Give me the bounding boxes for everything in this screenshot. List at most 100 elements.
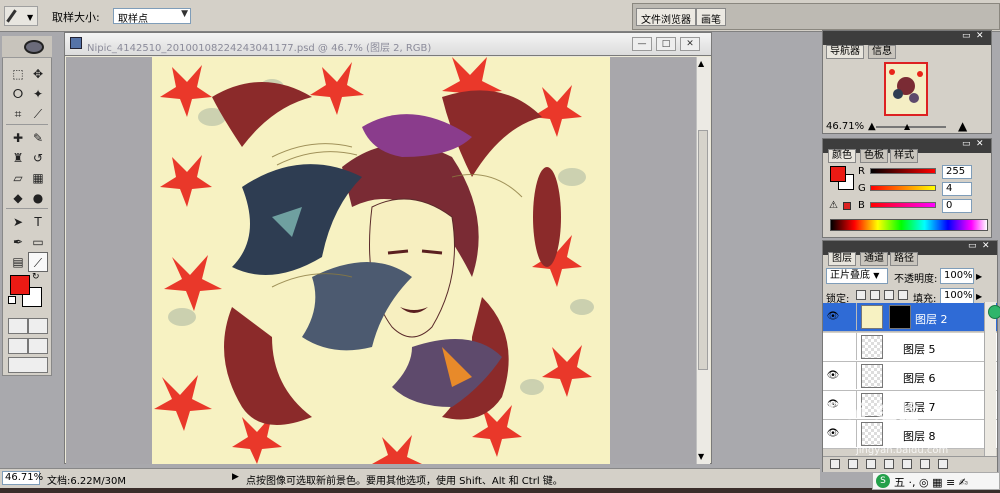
fill-input[interactable]: 100% <box>940 288 974 304</box>
crop-tool-icon[interactable]: ⌗ <box>8 104 28 124</box>
panel-minimize-icon[interactable]: ▭ <box>962 139 971 149</box>
lasso-tool-icon[interactable]: ⵔ <box>8 84 28 104</box>
toolbox-divider <box>6 124 48 125</box>
opacity-arrow-icon[interactable]: ▶ <box>976 272 982 281</box>
channel-b-input[interactable]: 0 <box>942 199 972 213</box>
eye-visibility-icon[interactable]: 👁 <box>825 362 841 389</box>
add-mask-icon[interactable] <box>866 459 876 469</box>
panel-minimize-icon[interactable]: ▭ <box>962 31 971 41</box>
navigator-thumbnail[interactable] <box>884 62 928 116</box>
color-ramp[interactable] <box>830 219 988 231</box>
layer-row[interactable]: 图层 5 <box>823 333 997 362</box>
layer-row[interactable]: 👁 图层 2 <box>823 303 997 332</box>
eyedropper-tool-icon[interactable]: ⟋ <box>28 252 48 272</box>
scroll-down-icon[interactable]: ▼ <box>698 452 704 461</box>
tab-info[interactable]: 信息 <box>868 45 896 59</box>
brush-tool-icon[interactable]: ✎ <box>28 128 48 148</box>
screen-mode-standard-button[interactable] <box>8 338 28 354</box>
well-tab-file-browser[interactable]: 文件浏览器 <box>636 8 696 26</box>
notes-tool-icon[interactable]: ▤ <box>8 252 28 272</box>
gamut-warning-swatch[interactable] <box>843 202 851 210</box>
channel-g-slider[interactable] <box>870 185 936 191</box>
tab-color[interactable]: 颜色 <box>828 149 856 163</box>
standard-mode-button[interactable] <box>8 318 28 334</box>
delete-layer-icon[interactable] <box>938 459 948 469</box>
tab-paths[interactable]: 路径 <box>890 252 918 266</box>
channel-r-input[interactable]: 255 <box>942 165 972 179</box>
lock-transparency-icon[interactable] <box>856 290 866 300</box>
lock-pixels-icon[interactable] <box>870 290 880 300</box>
ime-logo-icon[interactable]: S <box>876 474 890 488</box>
tool-preset-picker[interactable]: ▼ <box>4 6 38 26</box>
layer-row[interactable]: 👁 图层 6 <box>823 362 997 391</box>
clone-stamp-tool-icon[interactable]: ♜ <box>8 148 28 168</box>
layer-brush-link-icon[interactable] <box>843 333 857 360</box>
zoom-input[interactable]: 46.71% <box>2 471 43 485</box>
canvas-artwork[interactable] <box>152 57 610 464</box>
jump-to-imageready-button[interactable] <box>8 357 48 373</box>
zoom-out-icon[interactable]: ▲ <box>868 121 876 132</box>
minimize-button[interactable]: — <box>632 37 652 51</box>
channel-r-slider[interactable] <box>870 168 936 174</box>
move-tool-icon[interactable]: ✥ <box>28 64 48 84</box>
type-tool-icon[interactable]: T <box>28 212 48 232</box>
marquee-tool-icon[interactable]: ⬚ <box>8 64 28 84</box>
layer-brush-link-icon[interactable] <box>843 362 857 389</box>
fill-arrow-icon[interactable]: ▶ <box>976 292 982 301</box>
scroll-up-icon[interactable]: ▲ <box>698 59 704 68</box>
navigator-zoom-slider[interactable] <box>876 126 946 128</box>
new-fill-layer-icon[interactable] <box>884 459 894 469</box>
new-layer-icon[interactable] <box>920 459 930 469</box>
panel-close-icon[interactable]: ✕ <box>982 241 990 251</box>
sample-size-select[interactable]: 取样点 ▼ <box>113 8 191 25</box>
maximize-button[interactable]: □ <box>656 37 676 51</box>
panel-minimize-icon[interactable]: ▭ <box>968 241 977 251</box>
link-layers-icon[interactable] <box>830 459 840 469</box>
well-tab-brushes[interactable]: 画笔 <box>696 8 726 26</box>
blend-mode-select[interactable]: 正片叠底 ▼ <box>826 268 888 284</box>
eye-hidden-icon[interactable] <box>825 333 841 360</box>
gamut-warning-icon[interactable]: ⚠ <box>829 200 838 211</box>
lock-all-icon[interactable] <box>898 290 908 300</box>
opacity-input[interactable]: 100% <box>940 268 974 284</box>
foreground-color-swatch[interactable] <box>10 275 30 295</box>
slice-tool-icon[interactable]: ⟋ <box>28 104 48 124</box>
healing-brush-tool-icon[interactable]: ✚ <box>8 128 28 148</box>
path-selection-tool-icon[interactable]: ➤ <box>8 212 28 232</box>
document-scroll-thumb[interactable] <box>698 130 708 370</box>
close-button[interactable]: ✕ <box>680 37 700 51</box>
status-menu-arrow-icon[interactable]: ▶ <box>232 472 239 482</box>
eye-logo-icon[interactable] <box>24 40 44 54</box>
layer-brush-link-icon[interactable] <box>843 303 857 330</box>
eye-visibility-icon[interactable]: 👁 <box>825 303 841 330</box>
navigator-zoom-value[interactable]: 46.71% <box>826 121 864 132</box>
quick-mask-mode-button[interactable] <box>28 318 48 334</box>
gradient-tool-icon[interactable]: ▦ <box>28 168 48 188</box>
channel-b-slider[interactable] <box>870 202 936 208</box>
tab-styles[interactable]: 样式 <box>890 149 918 163</box>
panel-close-icon[interactable]: ✕ <box>976 139 984 149</box>
history-brush-tool-icon[interactable]: ↺ <box>28 148 48 168</box>
lock-position-icon[interactable] <box>884 290 894 300</box>
new-group-icon[interactable] <box>902 459 912 469</box>
shape-tool-icon[interactable]: ▭ <box>28 232 48 252</box>
dodge-tool-icon[interactable]: ● <box>28 188 48 208</box>
zoom-in-icon[interactable]: ▲ <box>958 119 967 133</box>
color-panel-foreground-swatch[interactable] <box>830 166 846 182</box>
panel-close-icon[interactable]: ✕ <box>976 31 984 41</box>
eraser-tool-icon[interactable]: ▱ <box>8 168 28 188</box>
default-colors-icon[interactable] <box>8 296 16 304</box>
channel-g-input[interactable]: 4 <box>942 182 972 196</box>
layer-style-icon[interactable] <box>848 459 858 469</box>
magic-wand-tool-icon[interactable]: ✦ <box>28 84 48 104</box>
pen-tool-icon[interactable]: ✒ <box>8 232 28 252</box>
tab-channels[interactable]: 通道 <box>860 252 888 266</box>
swap-colors-icon[interactable]: ↻ <box>32 272 40 282</box>
layers-scrollbar[interactable] <box>984 302 996 456</box>
navigator-slider-knob[interactable]: ▲ <box>904 122 910 131</box>
tab-swatches[interactable]: 色板 <box>860 149 888 163</box>
blur-tool-icon[interactable]: ◆ <box>8 188 28 208</box>
tab-layers[interactable]: 图层 <box>828 252 856 266</box>
screen-mode-full-button[interactable] <box>28 338 48 354</box>
tab-navigator[interactable]: 导航器 <box>826 45 864 59</box>
